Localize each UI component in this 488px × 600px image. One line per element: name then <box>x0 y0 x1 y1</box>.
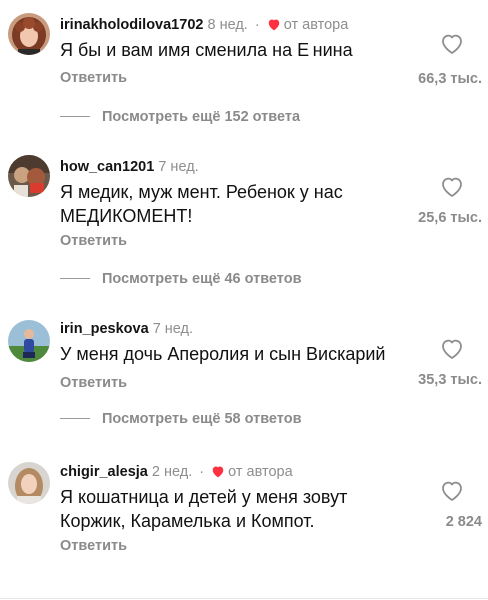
heart-outline-icon <box>442 481 462 501</box>
view-replies-label: Посмотреть ещё 58 ответов <box>102 410 302 427</box>
divider-line <box>60 418 90 420</box>
view-replies-button[interactable]: Посмотреть ещё 58 ответов <box>60 410 301 430</box>
heart-filled-icon <box>211 465 225 483</box>
comment-text: Я медик, муж мент. Ребенок у нас МЕДИКОМ… <box>60 182 343 226</box>
like-count: 2 824 <box>445 514 482 530</box>
comment-text: У меня дочь Аперолия и сын Вискарий <box>60 344 386 364</box>
username[interactable]: irin_peskova <box>60 321 149 337</box>
comment-item: irinakholodilova1702 8 нед. · от автора … <box>0 0 488 140</box>
view-replies-button[interactable]: Посмотреть ещё 46 ответов <box>60 270 301 290</box>
timestamp: 2 нед. <box>151 464 193 480</box>
divider-line <box>60 116 90 118</box>
comment-text: Я бы и вам имя сменила на Е нина <box>60 40 353 60</box>
avatar[interactable] <box>8 462 50 504</box>
like-count: 25,6 тыс. <box>418 210 482 226</box>
avatar[interactable] <box>8 155 50 197</box>
author-badge: от автора <box>228 464 293 480</box>
comment-meta: chigir_alesja 2 нед. · от автора <box>60 463 293 483</box>
heart-outline-icon <box>442 339 462 359</box>
comment-item: how_can1201 7 нед. Я медик, муж мент. Ре… <box>0 140 488 300</box>
author-badge: от автора <box>283 17 349 33</box>
like-button[interactable] <box>440 176 464 198</box>
avatar[interactable] <box>8 13 50 55</box>
heart-filled-icon <box>267 18 281 36</box>
like-button[interactable] <box>440 480 464 502</box>
reply-button[interactable]: Ответить <box>60 233 127 249</box>
timestamp: 7 нед. <box>158 159 199 175</box>
comment-meta: irinakholodilova1702 8 нед. · от автора <box>60 16 348 36</box>
username[interactable]: chigir_alesja <box>60 464 148 480</box>
username[interactable]: irinakholodilova1702 <box>60 17 203 33</box>
like-button[interactable] <box>440 33 464 55</box>
reply-button[interactable]: Ответить <box>60 375 127 391</box>
like-button[interactable] <box>440 338 464 360</box>
timestamp: 8 нед. <box>207 17 248 33</box>
comment-meta: how_can1201 7 нед. <box>60 158 199 176</box>
view-replies-button[interactable]: Посмотреть ещё 152 ответа <box>60 108 300 128</box>
reply-button[interactable]: Ответить <box>60 70 127 86</box>
like-count: 35,3 тыс. <box>418 372 482 388</box>
comment-meta: irin_peskova 7 нед. <box>60 320 193 338</box>
avatar[interactable] <box>8 320 50 362</box>
comment-text: Я кошатница и детей у меня зовут Коржик,… <box>60 487 348 531</box>
view-replies-label: Посмотреть ещё 46 ответов <box>102 270 302 287</box>
reply-button[interactable]: Ответить <box>60 538 127 554</box>
divider-line <box>60 278 90 280</box>
comment-item: irin_peskova 7 нед. У меня дочь Аперолия… <box>0 300 488 450</box>
divider <box>0 598 488 599</box>
separator-dot: · <box>199 464 205 480</box>
view-replies-label: Посмотреть ещё 152 ответа <box>102 108 301 125</box>
comment-item: chigir_alesja 2 нед. · от автора Я кошат… <box>0 450 488 598</box>
heart-outline-icon <box>442 177 462 197</box>
heart-outline-icon <box>442 34 462 54</box>
username[interactable]: how_can1201 <box>60 159 154 175</box>
like-count: 66,3 тыс. <box>418 71 482 87</box>
separator-dot: · <box>254 17 260 33</box>
timestamp: 7 нед. <box>152 321 194 337</box>
